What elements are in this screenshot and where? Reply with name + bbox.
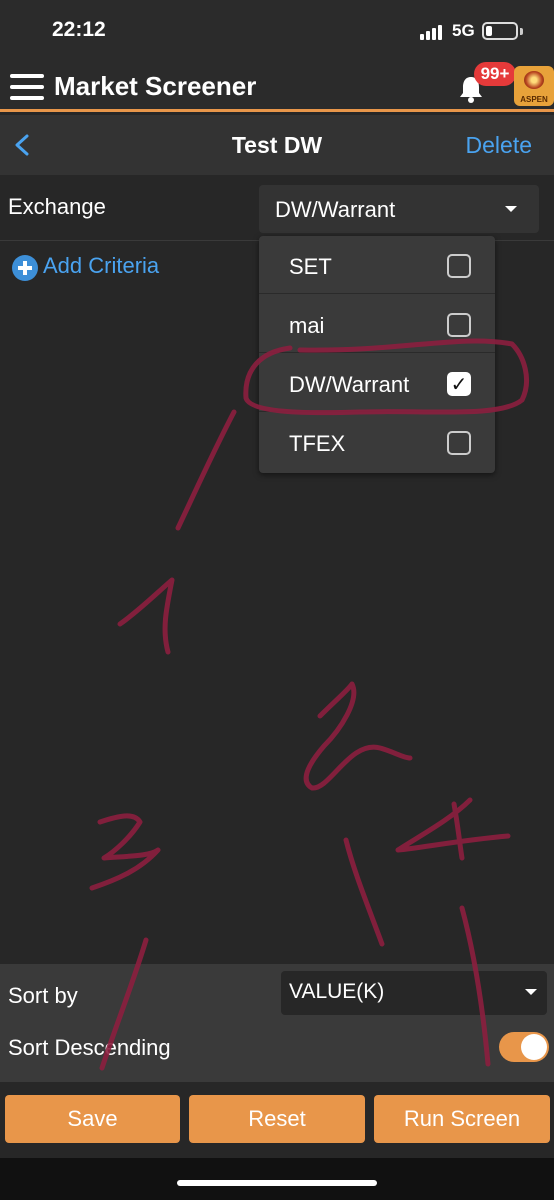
dropdown-option-mai[interactable]: mai [259, 295, 495, 353]
plus-circle-icon [12, 255, 38, 281]
option-checkbox[interactable] [447, 313, 471, 337]
home-area [0, 1158, 554, 1200]
reset-button[interactable]: Reset [189, 1095, 365, 1143]
exchange-select[interactable]: DW/Warrant [259, 185, 539, 233]
save-button[interactable]: Save [5, 1095, 180, 1143]
caret-down-icon [505, 206, 517, 212]
caret-down-icon [525, 989, 537, 995]
option-label: DW/Warrant [289, 372, 410, 397]
run-screen-button[interactable]: Run Screen [374, 1095, 550, 1143]
aspen-logo[interactable]: ASPEN [514, 66, 554, 106]
battery-icon [482, 22, 518, 40]
signal-icon [420, 24, 446, 40]
sub-header: Test DW Delete [0, 115, 554, 175]
sort-panel: Sort by VALUE(K) Sort Descending [0, 964, 554, 1082]
notification-badge: 99+ [474, 62, 516, 86]
exchange-row: Exchange DW/Warrant [0, 175, 554, 241]
option-label: TFEX [289, 431, 346, 456]
dropdown-option-tfex[interactable]: TFEX [259, 413, 495, 471]
option-checkbox[interactable] [447, 254, 471, 278]
exchange-dropdown: SET mai DW/Warrant ✓ TFEX [259, 236, 495, 473]
toggle-knob [521, 1034, 547, 1060]
battery-cap [520, 28, 523, 35]
option-checkbox-checked[interactable]: ✓ [447, 372, 471, 396]
dropdown-option-set[interactable]: SET [259, 236, 495, 294]
option-checkbox[interactable] [447, 431, 471, 455]
logo-mark [524, 71, 544, 89]
sort-descending-toggle[interactable] [499, 1032, 549, 1062]
sort-by-select[interactable]: VALUE(K) [281, 971, 547, 1015]
option-label: mai [289, 313, 325, 338]
logo-text: ASPEN [520, 95, 548, 104]
sort-by-value: VALUE(K) [289, 980, 385, 1003]
hamburger-menu-icon[interactable] [10, 72, 44, 102]
button-bar: Save Reset Run Screen [0, 1082, 554, 1158]
sort-by-label: Sort by [8, 983, 78, 1008]
status-time: 22:12 [52, 18, 106, 41]
network-label: 5G [452, 21, 475, 40]
app-header: Market Screener 99+ ASPEN [0, 62, 554, 112]
sort-descending-label: Sort Descending [8, 1035, 171, 1060]
add-criteria-label: Add Criteria [43, 253, 160, 278]
exchange-selected-value: DW/Warrant [275, 197, 396, 222]
exchange-label: Exchange [8, 194, 106, 219]
option-label: SET [289, 254, 332, 279]
status-bar: 22:12 5G [0, 0, 554, 62]
app-title: Market Screener [54, 71, 257, 101]
delete-button[interactable]: Delete [466, 132, 532, 159]
dropdown-option-dw-warrant[interactable]: DW/Warrant ✓ [259, 354, 495, 412]
home-indicator[interactable] [177, 1180, 377, 1186]
